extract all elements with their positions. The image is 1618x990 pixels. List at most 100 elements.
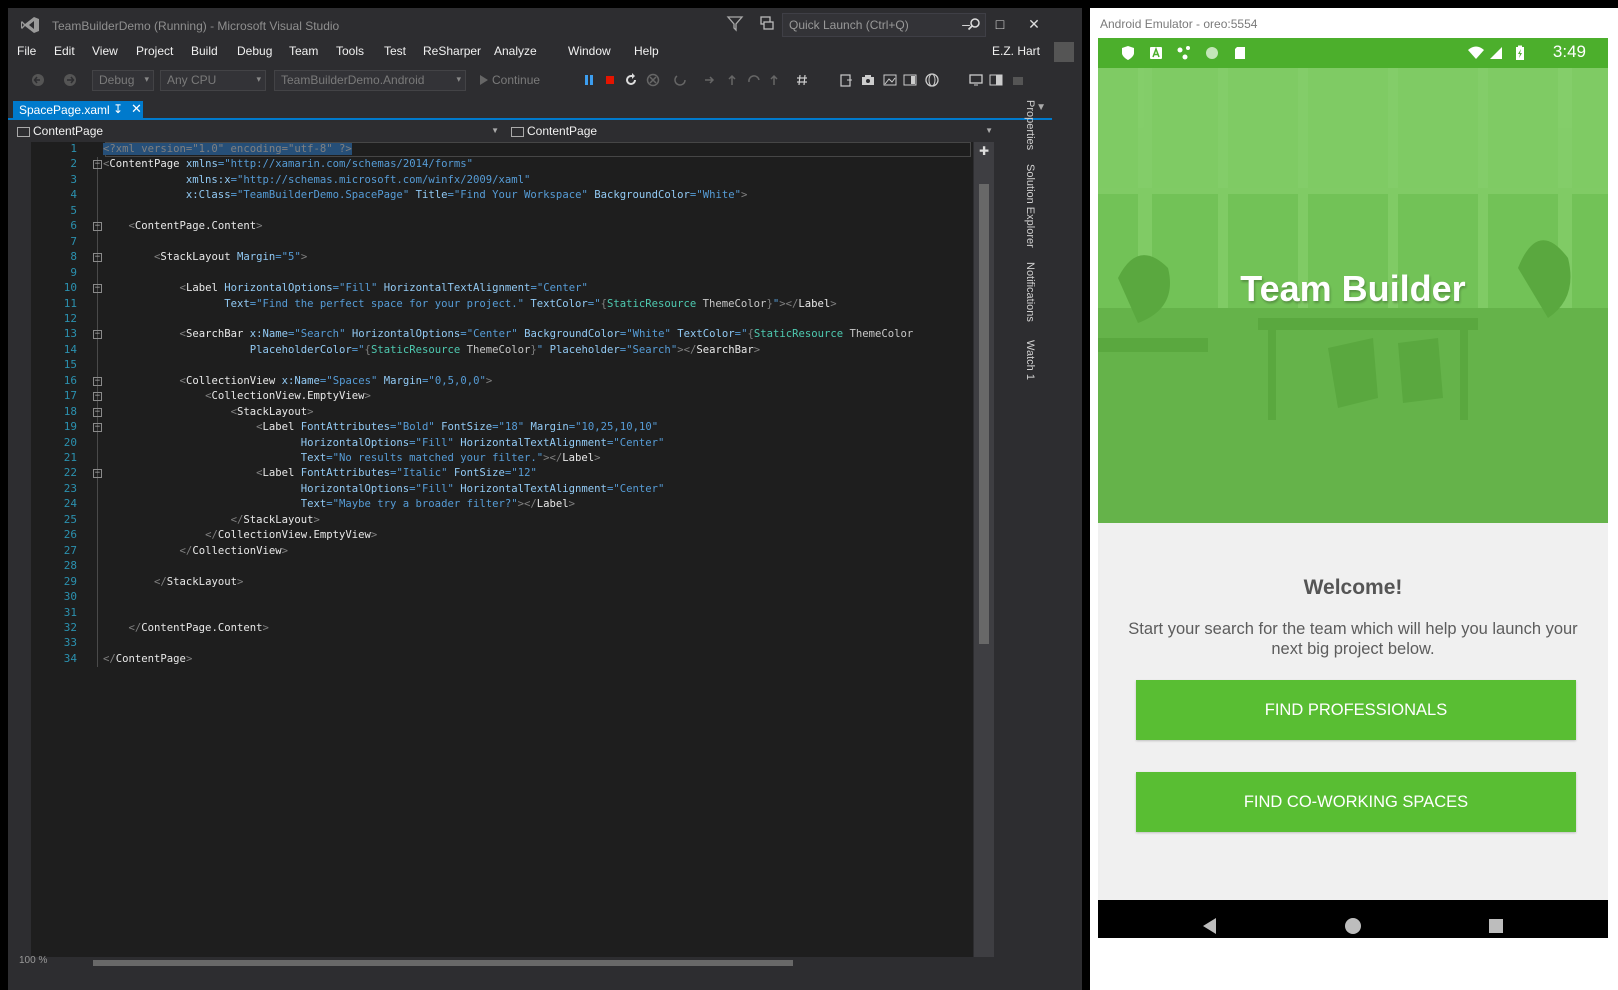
horizontal-scrollbar[interactable]: 100 % — [13, 955, 973, 969]
code-line[interactable]: <Label HorizontalOptions="Fill" Horizont… — [103, 281, 588, 296]
code-line[interactable]: </StackLayout> — [103, 575, 243, 590]
hex-display-icon[interactable] — [794, 72, 810, 88]
code-line[interactable]: PlaceholderColor="{StaticResource ThemeC… — [103, 343, 760, 358]
image-icon[interactable] — [882, 72, 898, 88]
globe-icon[interactable] — [924, 72, 940, 88]
code-line[interactable]: <StackLayout Margin="5"> — [103, 250, 307, 265]
camera-icon[interactable] — [860, 72, 876, 88]
find-coworking-spaces-button[interactable]: FIND CO-WORKING SPACES — [1136, 772, 1576, 832]
continue-button[interactable]: Continue — [492, 73, 540, 87]
menu-help[interactable]: Help — [634, 44, 659, 58]
code-line[interactable]: <?xml version="1.0" encoding="utf-8" ?> — [103, 142, 352, 157]
forward-icon[interactable] — [62, 72, 78, 88]
tab-notifications[interactable]: Notifications — [1024, 262, 1036, 322]
step-into-icon[interactable] — [702, 72, 718, 88]
code-editor[interactable]: 1 2 3 4 5 6 7 8 9 10 11 12 13 14 15 16 17 18 19 20 21 22 23 24 2… — [13, 142, 973, 957]
device-window-icon[interactable] — [968, 72, 984, 88]
tab-properties[interactable]: Properties — [1024, 100, 1036, 150]
menu-team[interactable]: Team — [289, 44, 318, 58]
code-line[interactable]: x:Class="TeamBuilderDemo.SpacePage" Titl… — [103, 188, 747, 203]
member-navigation-dropdown[interactable]: ContentPage ▼ — [507, 123, 997, 141]
maximize-button[interactable]: □ — [988, 14, 1012, 34]
tab-spacepage-xaml[interactable]: SpacePage.xaml ↧ ✕ — [13, 101, 143, 120]
step-filter-icon[interactable] — [838, 72, 854, 88]
code-line[interactable]: </ContentPage.Content> — [103, 621, 269, 636]
code-line[interactable]: </StackLayout> — [103, 513, 320, 528]
code-line[interactable]: <Label FontAttributes="Bold" FontSize="1… — [103, 420, 658, 435]
step-back-icon[interactable] — [766, 72, 782, 88]
indicator-margin[interactable] — [13, 142, 31, 957]
menu-resharper[interactable]: ReSharper — [423, 44, 481, 58]
scrollbar-thumb[interactable] — [93, 960, 793, 966]
collapse-region-icon[interactable]: − — [93, 376, 102, 386]
close-tab-icon[interactable]: ✕ — [131, 101, 142, 117]
find-professionals-button[interactable]: FIND PROFESSIONALS — [1136, 680, 1576, 740]
split-editor-icon[interactable]: ✚ — [977, 144, 991, 158]
tab-solution-explorer[interactable]: Solution Explorer — [1024, 164, 1036, 248]
minimize-button[interactable]: – — [954, 14, 978, 34]
tab-watch-1[interactable]: Watch 1 — [1024, 340, 1036, 380]
code-line[interactable]: <CollectionView x:Name="Spaces" Margin="… — [103, 374, 493, 389]
restart-icon[interactable] — [623, 72, 639, 88]
menu-project[interactable]: Project — [136, 44, 173, 58]
startup-project-select[interactable]: TeamBuilderDemo.Android ▾ — [274, 70, 466, 91]
code-text[interactable]: <?xml version="1.0" encoding="utf-8" ?> <… — [103, 142, 973, 957]
menu-view[interactable]: View — [92, 44, 118, 58]
menu-test[interactable]: Test — [384, 44, 406, 58]
home-icon[interactable] — [1341, 914, 1365, 938]
step-out-icon[interactable] — [746, 72, 762, 88]
code-line[interactable]: </ContentPage> — [103, 652, 192, 667]
simulator-icon[interactable] — [1010, 72, 1026, 88]
menu-window[interactable]: Window — [568, 44, 611, 58]
collapse-region-icon[interactable]: − — [93, 222, 102, 232]
code-line[interactable]: HorizontalOptions="Fill" HorizontalTextA… — [103, 436, 665, 451]
collapse-region-icon[interactable]: − — [93, 469, 102, 479]
menu-build[interactable]: Build — [191, 44, 218, 58]
code-line[interactable]: Text="No results matched your filter."><… — [103, 451, 601, 466]
code-line[interactable]: <ContentPage xmlns="http://xamarin.com/s… — [103, 157, 473, 172]
solution-platform-select[interactable]: Any CPU ▾ — [160, 70, 266, 91]
solution-configuration-select[interactable]: Debug ▾ — [92, 70, 154, 91]
collapse-region-icon[interactable]: − — [93, 284, 102, 294]
menu-debug[interactable]: Debug — [237, 44, 272, 58]
stop-icon[interactable] — [602, 72, 618, 88]
disconnect-icon[interactable] — [645, 72, 661, 88]
code-line[interactable]: xmlns:x="http://schemas.microsoft.com/wi… — [103, 173, 530, 188]
menu-file[interactable]: File — [17, 44, 36, 58]
pin-icon[interactable]: ↧ — [113, 102, 123, 116]
user-avatar[interactable] — [1054, 42, 1074, 62]
collapse-region-icon[interactable]: − — [93, 330, 102, 340]
recents-icon[interactable] — [1484, 914, 1508, 938]
back-icon[interactable] — [30, 72, 46, 88]
signed-in-user[interactable]: E.Z. Hart — [992, 44, 1040, 58]
menu-edit[interactable]: Edit — [54, 44, 75, 58]
code-line[interactable]: <StackLayout> — [103, 405, 314, 420]
code-line[interactable]: <SearchBar x:Name="Search" HorizontalOpt… — [103, 327, 914, 342]
menu-tools[interactable]: Tools — [336, 44, 364, 58]
notifications-filter-icon[interactable] — [726, 14, 744, 32]
step-over-icon[interactable] — [724, 72, 740, 88]
type-navigation-dropdown[interactable]: ContentPage ▼ — [13, 123, 503, 141]
split-layout-icon[interactable] — [988, 72, 1004, 88]
collapse-region-icon[interactable]: − — [93, 423, 102, 433]
code-line[interactable]: </CollectionView.EmptyView> — [103, 528, 377, 543]
code-line[interactable]: HorizontalOptions="Fill" HorizontalTextA… — [103, 482, 665, 497]
phone-screen[interactable]: 3:49 Team Builder Welcome! Start your se… — [1098, 38, 1608, 938]
close-button[interactable]: ✕ — [1022, 14, 1046, 34]
collapse-region-icon[interactable]: − — [93, 253, 102, 263]
code-line[interactable]: <CollectionView.EmptyView> — [103, 389, 371, 404]
scrollbar-thumb[interactable] — [979, 184, 989, 644]
code-line[interactable]: Text="Maybe try a broader filter?"></Lab… — [103, 497, 575, 512]
show-next-statement-icon[interactable] — [673, 72, 689, 88]
play-icon[interactable] — [476, 72, 492, 88]
collapse-region-icon[interactable]: − — [93, 407, 102, 417]
code-line[interactable]: <Label FontAttributes="Italic" FontSize=… — [103, 466, 537, 481]
code-line[interactable]: Text="Find the perfect space for your pr… — [103, 297, 836, 312]
pause-icon[interactable] — [581, 72, 597, 88]
layout-icon[interactable] — [902, 72, 918, 88]
menu-analyze[interactable]: Analyze — [494, 44, 537, 58]
collapse-region-icon[interactable]: − — [93, 160, 102, 170]
vertical-scrollbar[interactable]: ✚ — [974, 142, 994, 957]
live-share-icon[interactable] — [758, 14, 776, 32]
collapse-region-icon[interactable]: − — [93, 392, 102, 402]
